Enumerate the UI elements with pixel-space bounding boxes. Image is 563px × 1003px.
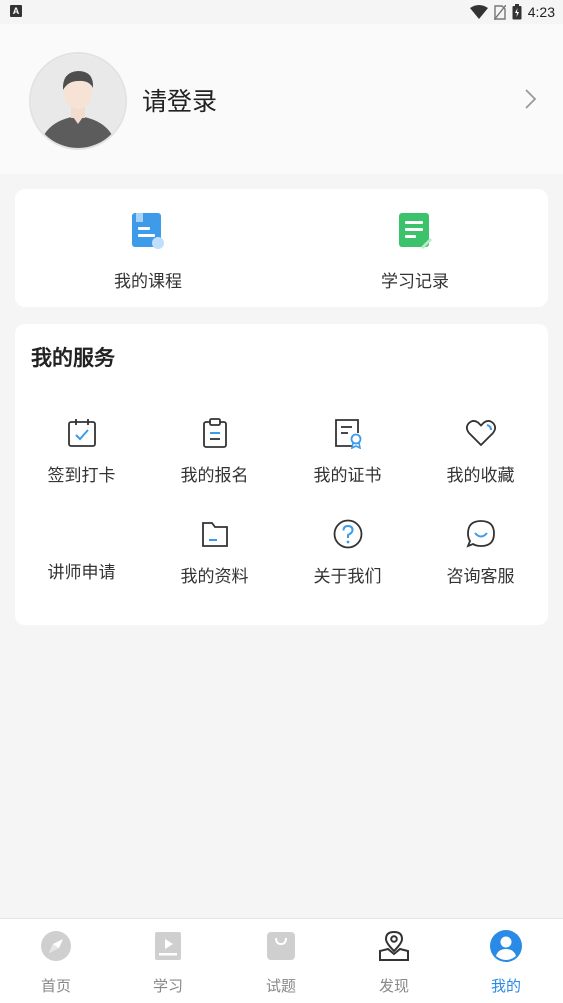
notification-icon: A bbox=[10, 5, 22, 17]
my-materials-label: 我的资料 bbox=[180, 567, 249, 587]
tab-exam[interactable]: 试题 bbox=[225, 929, 337, 996]
compass-icon bbox=[41, 931, 71, 961]
my-certificate-button[interactable]: 我的证书 bbox=[281, 417, 414, 486]
my-certificate-label: 我的证书 bbox=[313, 466, 382, 486]
tab-discover[interactable]: 发现 bbox=[338, 929, 450, 996]
clipboard-icon bbox=[202, 418, 227, 448]
about-us-button[interactable]: 关于我们 bbox=[281, 518, 414, 587]
battery-icon bbox=[512, 4, 522, 20]
tab-study-label: 学习 bbox=[152, 977, 183, 995]
my-courses-button[interactable]: 我的课程 bbox=[68, 211, 228, 292]
my-services-card: 我的服务 签到打卡 我的报名 我的证书 我的收藏 讲师申请 我的资料 关于我们 … bbox=[15, 324, 548, 625]
customer-service-label: 咨询客服 bbox=[446, 567, 515, 587]
study-record-icon bbox=[399, 213, 432, 249]
chat-bubble-icon bbox=[465, 520, 495, 548]
tab-mine[interactable]: 我的 bbox=[450, 929, 562, 996]
clock-text: 4:23 bbox=[527, 4, 555, 20]
tab-discover-label: 发现 bbox=[378, 977, 409, 995]
study-record-label: 学习记录 bbox=[381, 272, 449, 292]
wifi-icon bbox=[469, 5, 488, 19]
bottom-tab-bar: 首页 学习 试题 发现 我的 bbox=[0, 918, 563, 1003]
calendar-check-icon bbox=[67, 419, 96, 447]
status-bar-right: 4:23 bbox=[469, 3, 555, 21]
my-registration-button[interactable]: 我的报名 bbox=[148, 417, 281, 486]
tab-study[interactable]: 学习 bbox=[112, 929, 224, 996]
customer-service-button[interactable]: 咨询客服 bbox=[414, 518, 547, 587]
my-materials-button[interactable]: 我的资料 bbox=[148, 518, 281, 587]
user-circle-icon bbox=[490, 930, 522, 962]
study-record-button[interactable]: 学习记录 bbox=[335, 211, 495, 292]
avatar[interactable] bbox=[31, 54, 125, 148]
certificate-icon bbox=[334, 419, 361, 450]
chevron-right-icon[interactable] bbox=[520, 87, 540, 111]
tab-home-label: 首页 bbox=[40, 977, 71, 995]
course-book-icon bbox=[132, 213, 164, 249]
shopping-bag-icon bbox=[267, 932, 295, 960]
heart-icon bbox=[465, 420, 496, 447]
check-in-button[interactable]: 签到打卡 bbox=[15, 417, 148, 486]
my-favorites-label: 我的收藏 bbox=[446, 466, 515, 486]
my-favorites-button[interactable]: 我的收藏 bbox=[414, 417, 547, 486]
tab-exam-label: 试题 bbox=[265, 977, 296, 995]
video-book-icon bbox=[155, 932, 181, 960]
check-in-label: 签到打卡 bbox=[47, 466, 116, 486]
tab-home[interactable]: 首页 bbox=[0, 929, 112, 996]
my-registration-label: 我的报名 bbox=[180, 466, 249, 486]
question-circle-icon bbox=[333, 519, 362, 549]
login-prompt[interactable]: 请登录 bbox=[142, 82, 217, 118]
lecturer-application-label: 讲师申请 bbox=[47, 563, 116, 583]
lecturer-application-button[interactable]: 讲师申请 bbox=[15, 518, 148, 583]
map-pin-icon bbox=[379, 930, 409, 961]
tab-mine-label: 我的 bbox=[490, 977, 521, 995]
profile-header[interactable]: 请登录 bbox=[0, 24, 563, 174]
quick-links-card: 我的课程 学习记录 bbox=[15, 189, 548, 307]
about-us-label: 关于我们 bbox=[313, 567, 382, 587]
no-sim-icon bbox=[493, 4, 506, 20]
folder-icon bbox=[201, 522, 228, 547]
services-title: 我的服务 bbox=[31, 346, 115, 370]
status-bar: A 4:23 bbox=[0, 0, 563, 24]
lecturer-application-icon-placeholder bbox=[66, 518, 98, 550]
default-avatar-icon bbox=[31, 54, 125, 148]
my-courses-label: 我的课程 bbox=[114, 272, 182, 292]
